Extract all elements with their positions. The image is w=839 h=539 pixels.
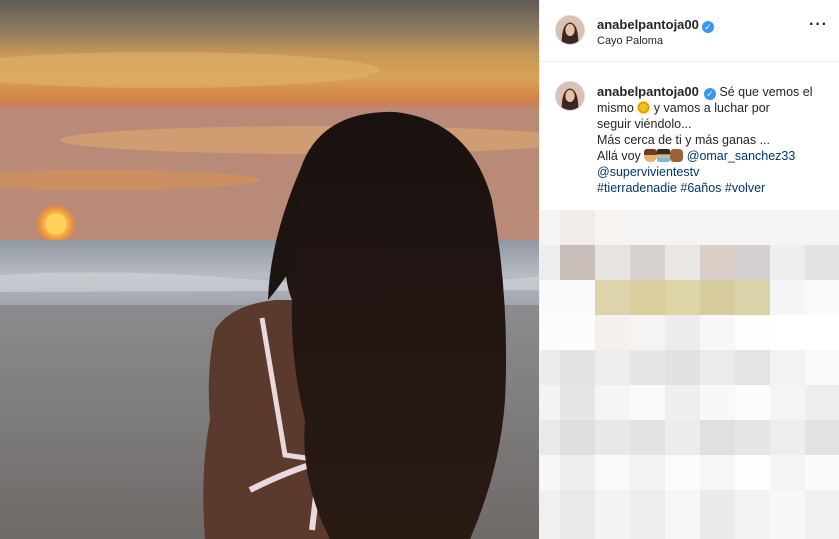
cowboy-emoji-icon [644, 149, 658, 162]
pixelated-comments-area [540, 210, 839, 539]
post-location[interactable]: Cayo Paloma [597, 35, 663, 47]
hashtag-link[interactable]: #tierradenadie [597, 181, 677, 195]
pixelated-mosaic [540, 210, 839, 539]
avatar[interactable] [555, 15, 585, 45]
post-side-panel: anabelpantoja00 ✓ Cayo Paloma ··· anabelp… [539, 0, 839, 539]
caption-avatar[interactable] [555, 81, 585, 111]
caption-text: y vamos a luchar por [653, 101, 770, 115]
author-username[interactable]: anabelpantoja00 [597, 17, 699, 32]
mention-link[interactable]: @supervivientestv [597, 165, 699, 179]
flexed-biceps-emoji-icon [670, 149, 684, 162]
caption-text: Allá voy [597, 149, 641, 163]
hashtag-link[interactable]: #volver [725, 181, 765, 195]
more-horizontal-icon[interactable]: ··· [809, 17, 828, 33]
caption-text: Más cerca de ti y más ganas ... [597, 133, 770, 147]
caption-text: Sé que vemos el [719, 85, 813, 99]
sun-emoji-icon [637, 101, 651, 114]
author-row: anabelpantoja00 ✓ [597, 16, 714, 34]
post-header: anabelpantoja00 ✓ Cayo Paloma ··· [540, 0, 839, 62]
hashtag-link[interactable]: #6años [680, 181, 721, 195]
island-emoji-icon [657, 149, 671, 162]
verified-badge-icon: ✓ [703, 88, 716, 100]
post-caption: anabelpantoja00 ✓ Sé que vemos el mismo y… [597, 84, 832, 196]
mention-link[interactable]: @omar_sanchez33 [687, 149, 796, 163]
verified-badge-icon: ✓ [701, 21, 714, 33]
caption-text: mismo [597, 101, 634, 115]
caption-text: seguir viéndolo... [597, 117, 692, 131]
sunset-beach-image [0, 0, 539, 539]
post-photo[interactable] [0, 0, 539, 539]
caption-author-username[interactable]: anabelpantoja00 [597, 84, 699, 99]
